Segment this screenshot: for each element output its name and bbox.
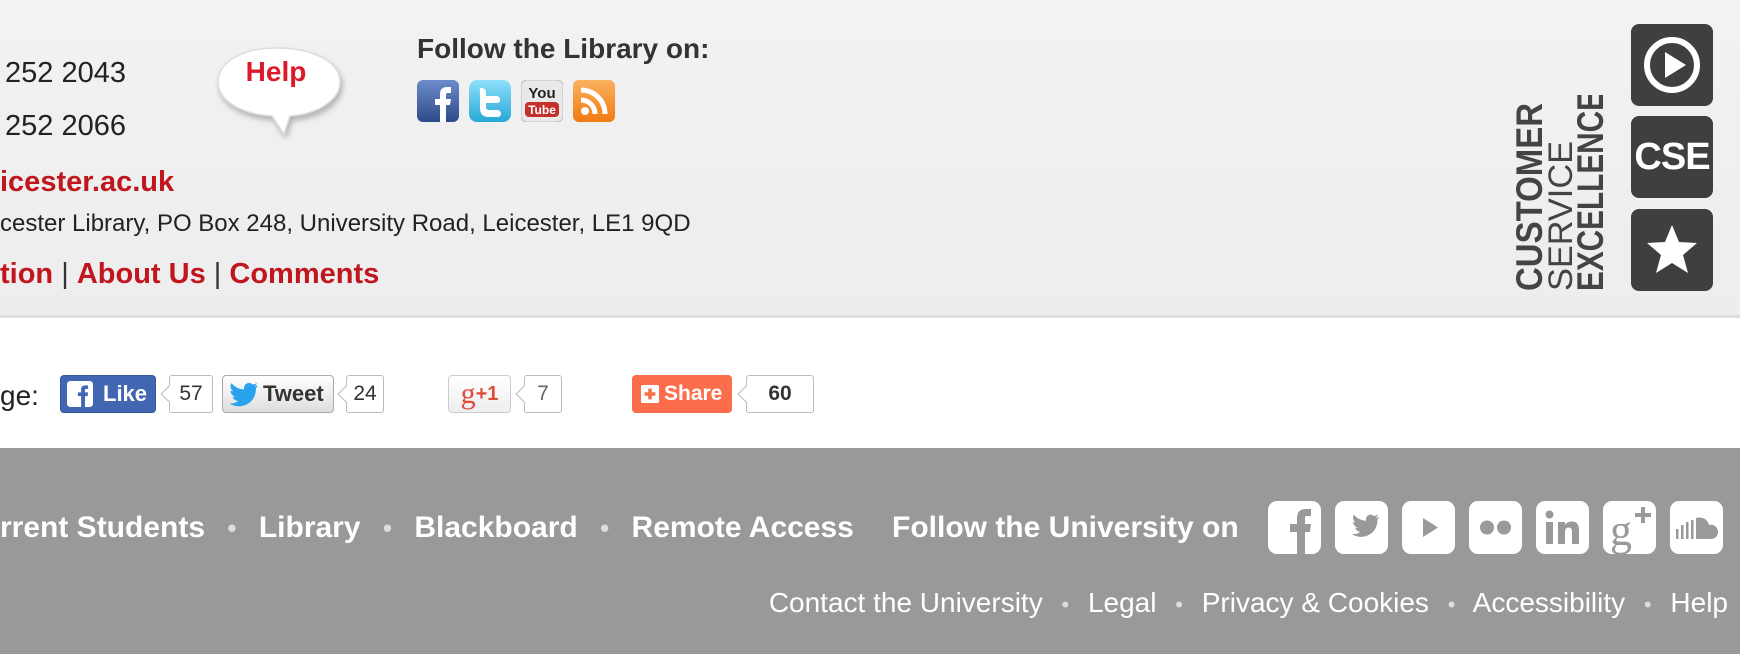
youtube-you-text: You [528, 85, 555, 102]
tweet-count: 24 [346, 375, 384, 413]
gplus-count: 7 [524, 375, 562, 413]
facebook-like-button[interactable]: Like [60, 375, 156, 413]
nav-remote-access[interactable]: Remote Access [632, 511, 854, 544]
nav-current-students[interactable]: rrent Students [0, 511, 205, 544]
youtube-icon [1423, 518, 1438, 537]
star-icon [1647, 225, 1697, 273]
comments-link[interactable]: Comments [229, 258, 379, 290]
legal-link[interactable]: Legal [1088, 587, 1157, 618]
share-count: 60 [746, 375, 814, 413]
library-address: cester Library, PO Box 248, University R… [0, 210, 691, 237]
library-email-link[interactable]: icester.ac.uk [0, 166, 174, 199]
gplus-label: +1 [475, 382, 499, 405]
library-links: tion | About Us | Comments [0, 258, 379, 291]
help-bubble-button[interactable]: Help [214, 42, 350, 140]
university-googleplus-link[interactable]: g [1603, 501, 1656, 554]
facebook-icon [67, 381, 93, 407]
cse-play-box [1631, 24, 1713, 106]
nav-bullet: • [1447, 592, 1456, 617]
cse-badge-box: CSE [1631, 116, 1713, 198]
cse-star-box [1631, 209, 1713, 291]
svg-text:g: g [1610, 506, 1632, 554]
nav-bullet: • [382, 513, 392, 543]
university-bottom-links: Contact the University • Legal • Privacy… [769, 587, 1728, 619]
library-youtube-link[interactable]: You Tube [521, 80, 563, 122]
youtube-tube-text: Tube [528, 103, 556, 117]
nav-blackboard[interactable]: Blackboard [414, 511, 577, 544]
youtube-icon: You Tube [521, 80, 563, 122]
google-g-icon: g [460, 377, 476, 410]
google-plus-one-button[interactable]: g +1 [448, 375, 511, 413]
phone-number: 252 2043 [5, 57, 126, 89]
nav-bullet: • [1061, 592, 1070, 617]
plus-square-icon [641, 385, 659, 403]
nav-bullet: • [227, 513, 237, 543]
share-button[interactable]: Share [632, 375, 732, 413]
help-link[interactable]: Help [1670, 587, 1728, 618]
university-youtube-link[interactable] [1402, 501, 1455, 554]
contact-university-link[interactable]: Contact the University [769, 587, 1043, 618]
nav-bullet: • [1643, 592, 1652, 617]
university-nav: rrent Students • Library • Blackboard • … [0, 511, 854, 545]
university-twitter-link[interactable] [1335, 501, 1388, 554]
fax-number: 252 2066 [5, 110, 126, 142]
university-flickr-link[interactable] [1469, 501, 1522, 554]
nav-bullet: • [600, 513, 610, 543]
library-rss-link[interactable] [573, 80, 615, 122]
tweet-button[interactable]: Tweet [222, 375, 334, 413]
flickr-icon [1480, 520, 1511, 535]
tweet-label: Tweet [263, 381, 324, 406]
university-linkedin-link[interactable] [1536, 501, 1589, 554]
twitter-bird-icon [229, 382, 258, 407]
about-us-link[interactable]: About Us [77, 258, 206, 290]
university-soundcloud-link[interactable] [1670, 501, 1723, 554]
soundcloud-icon [1676, 517, 1718, 539]
customer-service-excellence-logo: CUSTOMER SERVICE EXCELLENCE [1509, 95, 1605, 291]
facebook-icon [417, 80, 459, 122]
help-label: Help [245, 56, 307, 87]
accessibility-link[interactable]: Accessibility [1473, 587, 1625, 618]
privacy-cookies-link[interactable]: Privacy & Cookies [1202, 587, 1429, 618]
follow-library-label: Follow the Library on: [417, 33, 710, 64]
linkedin-icon [1545, 510, 1579, 544]
cse-icon: CSE [1634, 136, 1710, 178]
like-label: Like [103, 381, 148, 406]
like-count: 57 [169, 375, 213, 413]
library-twitter-link[interactable] [469, 80, 511, 122]
university-facebook-link[interactable] [1268, 501, 1321, 554]
accessibility-link[interactable]: tion [0, 258, 53, 290]
share-label: Share [664, 382, 723, 405]
nav-library[interactable]: Library [259, 511, 361, 544]
share-page-label: ge: [0, 380, 39, 411]
twitter-icon [469, 80, 511, 122]
library-facebook-link[interactable] [417, 80, 459, 122]
link-separator: | [213, 258, 222, 290]
link-separator: | [61, 258, 69, 290]
cse-line-excellence: EXCELLENCE [1570, 95, 1605, 291]
play-icon [1644, 37, 1700, 93]
twitter-icon [1352, 514, 1379, 537]
follow-university-label: Follow the University on [892, 511, 1239, 544]
googleplus-icon: g [1610, 506, 1651, 554]
library-footer: 252 2043 252 2066 Help Follow the Librar… [0, 0, 1740, 318]
rss-icon [573, 80, 615, 122]
nav-bullet: • [1175, 592, 1183, 617]
facebook-icon [1290, 509, 1311, 554]
